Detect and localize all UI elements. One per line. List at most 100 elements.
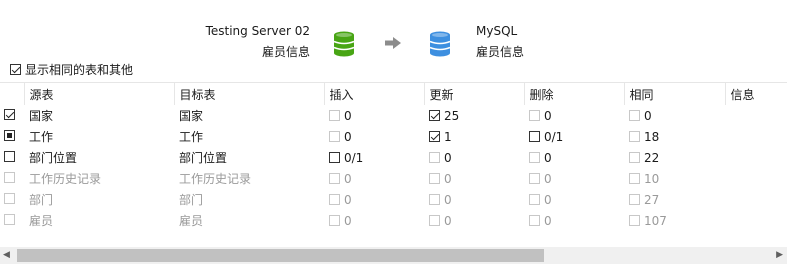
insert-cell: 0 [324,126,424,147]
column-header-insert[interactable]: 插入 [323,83,424,105]
update-cell: 1 [424,126,524,147]
update-count: 0 [444,171,452,186]
same-checkbox[interactable] [629,152,640,163]
row-select-checkbox[interactable] [4,129,15,141]
same-checkbox[interactable] [629,131,640,142]
insert-cell: 0 [324,105,424,126]
delete-checkbox[interactable] [529,215,540,226]
insert-checkbox[interactable] [329,215,340,226]
update-checkbox[interactable] [429,110,440,121]
table-row[interactable]: 工作历史记录 工作历史记录 0 0 0 10 [0,168,787,189]
update-checkbox[interactable] [429,131,440,142]
target-table-cell: 国家 [179,109,204,123]
table-row[interactable]: 雇员 雇员 0 0 0 107 [0,210,787,231]
delete-checkbox[interactable] [529,131,540,142]
insert-count: 0 [344,108,352,123]
info-cell [725,105,787,126]
insert-checkbox[interactable] [329,173,340,184]
insert-count: 0 [344,171,352,186]
delete-count: 0 [544,192,552,207]
update-cell: 0 [424,147,524,168]
update-count: 25 [444,108,460,123]
target-table-cell: 工作 [179,130,204,144]
delete-checkbox[interactable] [529,110,540,121]
insert-count: 0 [344,213,352,228]
same-checkbox[interactable] [629,215,640,226]
scroll-right-arrow-icon[interactable]: ▶ [776,250,783,260]
update-checkbox[interactable] [429,194,440,205]
delete-checkbox[interactable] [529,194,540,205]
insert-checkbox[interactable] [329,131,340,142]
row-select-checkbox[interactable] [4,171,15,183]
column-header-target-table[interactable]: 目标表 [173,83,324,105]
target-table-cell: 部门位置 [179,151,228,165]
table-row[interactable]: 国家 国家 0 25 0 0 [0,105,787,126]
scroll-left-arrow-icon[interactable]: ◀ [3,250,10,260]
info-cell [725,147,787,168]
row-select-cell [0,168,24,189]
comparison-table: 源表 目标表 插入 更新 删除 相同 信息 国家 国家 0 25 0 0 工作 工作 0 1 0/1… [0,83,787,231]
source-table-cell: 工作 [29,130,54,144]
row-select-checkbox[interactable] [4,150,15,162]
same-cell: 18 [624,126,725,147]
source-table-cell: 雇员 [29,214,54,228]
show-same-check-box[interactable] [10,64,21,75]
source-table-cell: 部门 [29,193,54,207]
table-row[interactable]: 工作 工作 0 1 0/1 18 [0,126,787,147]
insert-cell: 0/1 [324,147,424,168]
source-table-cell: 工作历史记录 [29,172,102,186]
insert-checkbox[interactable] [329,110,340,121]
table-row[interactable]: 部门 部门 0 0 0 27 [0,189,787,210]
insert-checkbox[interactable] [329,194,340,205]
same-cell: 10 [624,168,725,189]
column-header-source-table[interactable]: 源表 [23,83,174,105]
column-header-update[interactable]: 更新 [423,83,524,105]
column-header-select[interactable] [0,83,24,105]
delete-cell: 0/1 [524,126,624,147]
same-checkbox[interactable] [629,194,640,205]
info-cell [725,210,787,231]
arrow-right-icon [385,37,401,49]
update-cell: 0 [424,189,524,210]
insert-cell: 0 [324,189,424,210]
comparison-header: Testing Server 02 雇员信息 MySQL 雇员信息 显示相同的表… [0,0,787,82]
column-header-same[interactable]: 相同 [623,83,725,105]
update-cell: 25 [424,105,524,126]
delete-checkbox[interactable] [529,173,540,184]
delete-cell: 0 [524,105,624,126]
same-checkbox[interactable] [629,173,640,184]
same-count: 18 [644,129,660,144]
update-checkbox[interactable] [429,152,440,163]
update-checkbox[interactable] [429,173,440,184]
row-select-cell [0,105,24,126]
update-cell: 0 [424,168,524,189]
update-count: 0 [444,192,452,207]
column-header-info[interactable]: 信息 [724,83,787,105]
delete-checkbox[interactable] [529,152,540,163]
target-table-cell: 雇员 [179,214,204,228]
show-same-tables-checkbox[interactable]: 显示相同的表和其他 [10,61,133,78]
source-table-cell: 部门位置 [29,151,78,165]
update-count: 0 [444,150,452,165]
table-row[interactable]: 部门位置 部门位置 0/1 0 0 22 [0,147,787,168]
row-select-checkbox[interactable] [4,108,15,120]
row-select-cell [0,210,24,231]
insert-checkbox[interactable] [329,152,340,163]
same-cell: 107 [624,210,725,231]
update-count: 1 [444,129,452,144]
row-select-checkbox[interactable] [4,192,15,204]
column-header-delete[interactable]: 删除 [523,83,624,105]
row-select-cell [0,189,24,210]
table-body: 国家 国家 0 25 0 0 工作 工作 0 1 0/1 18 部门位置 部门位置 0/1 0 0 22 工作历史记… [0,105,787,231]
row-select-cell [0,126,24,147]
insert-count: 0 [344,129,352,144]
scrollbar-thumb[interactable] [17,249,544,262]
delete-cell: 0 [524,210,624,231]
update-checkbox[interactable] [429,215,440,226]
source-database-icon [333,31,355,57]
same-checkbox[interactable] [629,110,640,121]
same-cell: 27 [624,189,725,210]
row-select-checkbox[interactable] [4,213,15,225]
horizontal-scrollbar[interactable]: ◀ ▶ [0,247,787,264]
delete-count: 0 [544,108,552,123]
